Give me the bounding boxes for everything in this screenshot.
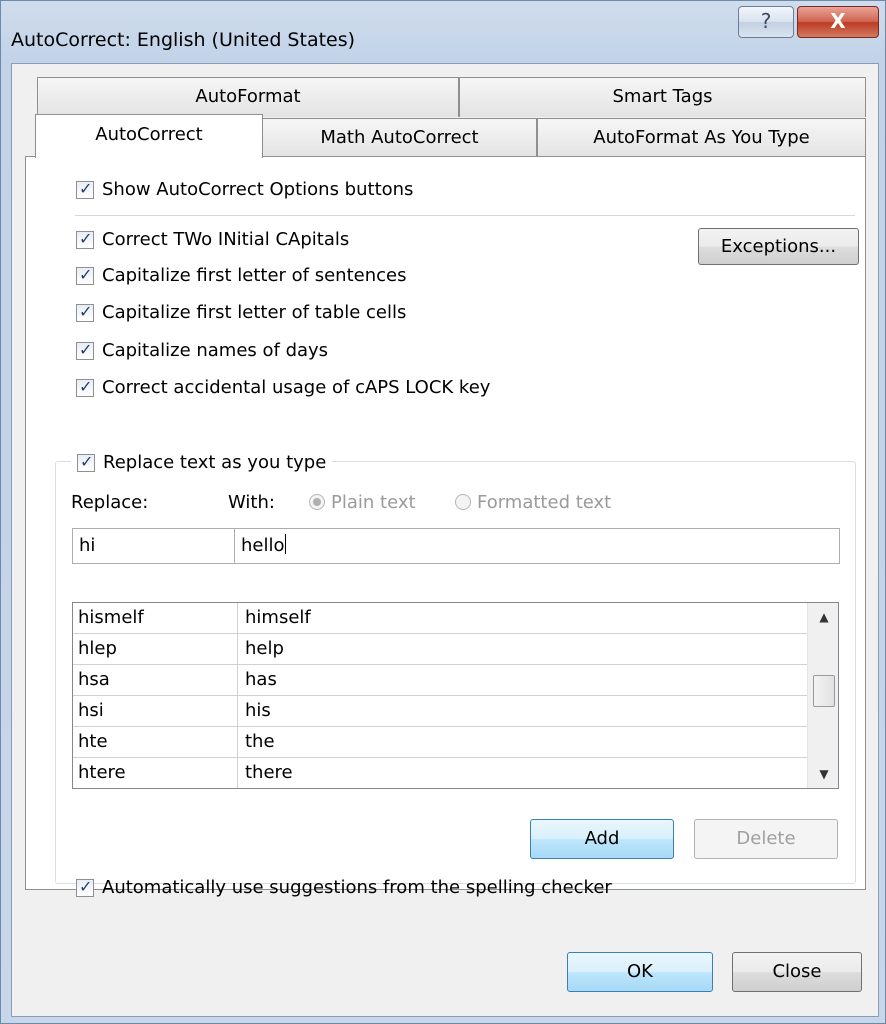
delete-button-label: Delete [736, 828, 796, 849]
capitalize-days-label: Capitalize names of days [102, 340, 329, 361]
add-button-label: Add [584, 828, 620, 849]
list-item-replace: hte [78, 731, 108, 752]
tab-autoformat-as-you-type[interactable]: AutoFormat As You Type [537, 118, 866, 158]
close-icon: X [830, 9, 846, 33]
show-autocorrect-options-checkbox[interactable]: Show AutoCorrect Options buttons [76, 179, 413, 200]
close-button-label: Close [772, 961, 822, 982]
tab-autoformat-label: AutoFormat [195, 86, 301, 107]
list-item-with: his [245, 700, 271, 721]
list-item-replace: hismelf [78, 607, 144, 628]
separator [75, 215, 855, 216]
replace-input-value: hi [79, 535, 96, 556]
replace-label: Replace: [71, 492, 149, 513]
radio-unselected-icon [455, 494, 471, 510]
with-input[interactable]: hello [234, 528, 840, 564]
scroll-down-icon[interactable]: ▼ [808, 760, 838, 788]
caps-lock-label: Correct accidental usage of cAPS LOCK ke… [102, 377, 491, 398]
checkbox-checked-icon [76, 179, 94, 199]
plain-text-label: Plain text [331, 492, 416, 513]
auto-suggestions-label: Automatically use suggestions from the s… [102, 877, 612, 898]
caps-lock-checkbox[interactable]: Correct accidental usage of cAPS LOCK ke… [76, 377, 490, 398]
tab-smart-tags[interactable]: Smart Tags [459, 77, 866, 117]
tab-autoformat-as-you-type-label: AutoFormat As You Type [593, 127, 810, 148]
show-autocorrect-options-label: Show AutoCorrect Options buttons [102, 179, 414, 200]
scroll-thumb[interactable] [813, 675, 835, 707]
list-item-replace: hlep [78, 638, 117, 659]
correct-two-initial-capitals-label: Correct TWo INitial CApitals [102, 229, 350, 250]
list-item[interactable]: hsa has [73, 665, 807, 696]
list-item[interactable]: htere there [73, 758, 807, 788]
list-item-replace: hsa [78, 669, 110, 690]
autocorrect-dialog: AutoCorrect: English (United States) ? X… [0, 0, 886, 1024]
list-item-replace: hsi [78, 700, 104, 721]
scroll-up-icon[interactable]: ▲ [808, 603, 838, 631]
list-item[interactable]: hismelf himself [73, 603, 807, 634]
close-button[interactable]: Close [732, 952, 862, 992]
list-item[interactable]: hlep help [73, 634, 807, 665]
checkbox-checked-icon [76, 302, 94, 322]
tab-math-autocorrect[interactable]: Math AutoCorrect [262, 118, 537, 158]
list-item-with: help [245, 638, 284, 659]
help-button[interactable]: ? [738, 6, 794, 38]
formatted-text-radio[interactable]: Formatted text [455, 492, 611, 513]
with-label: With: [228, 492, 275, 513]
text-caret [284, 534, 286, 554]
checkbox-checked-icon [76, 265, 94, 285]
replace-input[interactable]: hi [72, 528, 235, 564]
list-item-with: has [245, 669, 277, 690]
window-title: AutoCorrect: English (United States) [11, 29, 356, 51]
exceptions-button-label: Exceptions... [720, 236, 837, 257]
replace-text-label: Replace text as you type [103, 452, 327, 473]
capitalize-sentences-checkbox[interactable]: Capitalize first letter of sentences [76, 265, 406, 286]
tab-math-autocorrect-label: Math AutoCorrect [320, 127, 479, 148]
capitalize-sentences-label: Capitalize first letter of sentences [102, 265, 407, 286]
list-scrollbar[interactable]: ▲ ▼ [807, 603, 838, 788]
list-item[interactable]: hsi his [73, 696, 807, 727]
delete-button[interactable]: Delete [694, 819, 838, 859]
checkbox-checked-icon [76, 340, 94, 360]
list-item-with: there [245, 762, 293, 783]
checkbox-checked-icon [76, 877, 94, 897]
auto-suggestions-checkbox[interactable]: Automatically use suggestions from the s… [76, 877, 612, 898]
formatted-text-label: Formatted text [477, 492, 612, 513]
checkbox-checked-icon [77, 452, 95, 472]
plain-text-radio[interactable]: Plain text [309, 492, 416, 513]
tab-autocorrect[interactable]: AutoCorrect [35, 114, 263, 158]
add-button[interactable]: Add [530, 819, 674, 859]
checkbox-checked-icon [76, 229, 94, 249]
ok-button-label: OK [627, 961, 653, 982]
checkbox-checked-icon [76, 377, 94, 397]
ok-button[interactable]: OK [567, 952, 713, 992]
radio-selected-icon [309, 494, 325, 510]
tab-smart-tags-label: Smart Tags [612, 86, 713, 107]
close-window-button[interactable]: X [797, 6, 879, 38]
list-item-replace: htere [78, 762, 126, 783]
tab-autocorrect-label: AutoCorrect [95, 124, 203, 145]
with-input-value: hello [241, 535, 285, 556]
exceptions-button[interactable]: Exceptions... [698, 228, 859, 265]
tab-autoformat[interactable]: AutoFormat [37, 77, 459, 117]
replacement-list[interactable]: hismelf himself hlep help hsa has hsi hi… [72, 602, 839, 789]
help-icon: ? [760, 9, 772, 33]
capitalize-days-checkbox[interactable]: Capitalize names of days [76, 340, 328, 361]
replace-text-checkbox[interactable]: Replace text as you type [71, 452, 333, 473]
correct-two-initial-capitals-checkbox[interactable]: Correct TWo INitial CApitals [76, 229, 349, 250]
list-item-with: the [245, 731, 275, 752]
list-item[interactable]: hte the [73, 727, 807, 758]
capitalize-table-cells-checkbox[interactable]: Capitalize first letter of table cells [76, 302, 406, 323]
capitalize-table-cells-label: Capitalize first letter of table cells [102, 302, 407, 323]
list-item-with: himself [245, 607, 311, 628]
